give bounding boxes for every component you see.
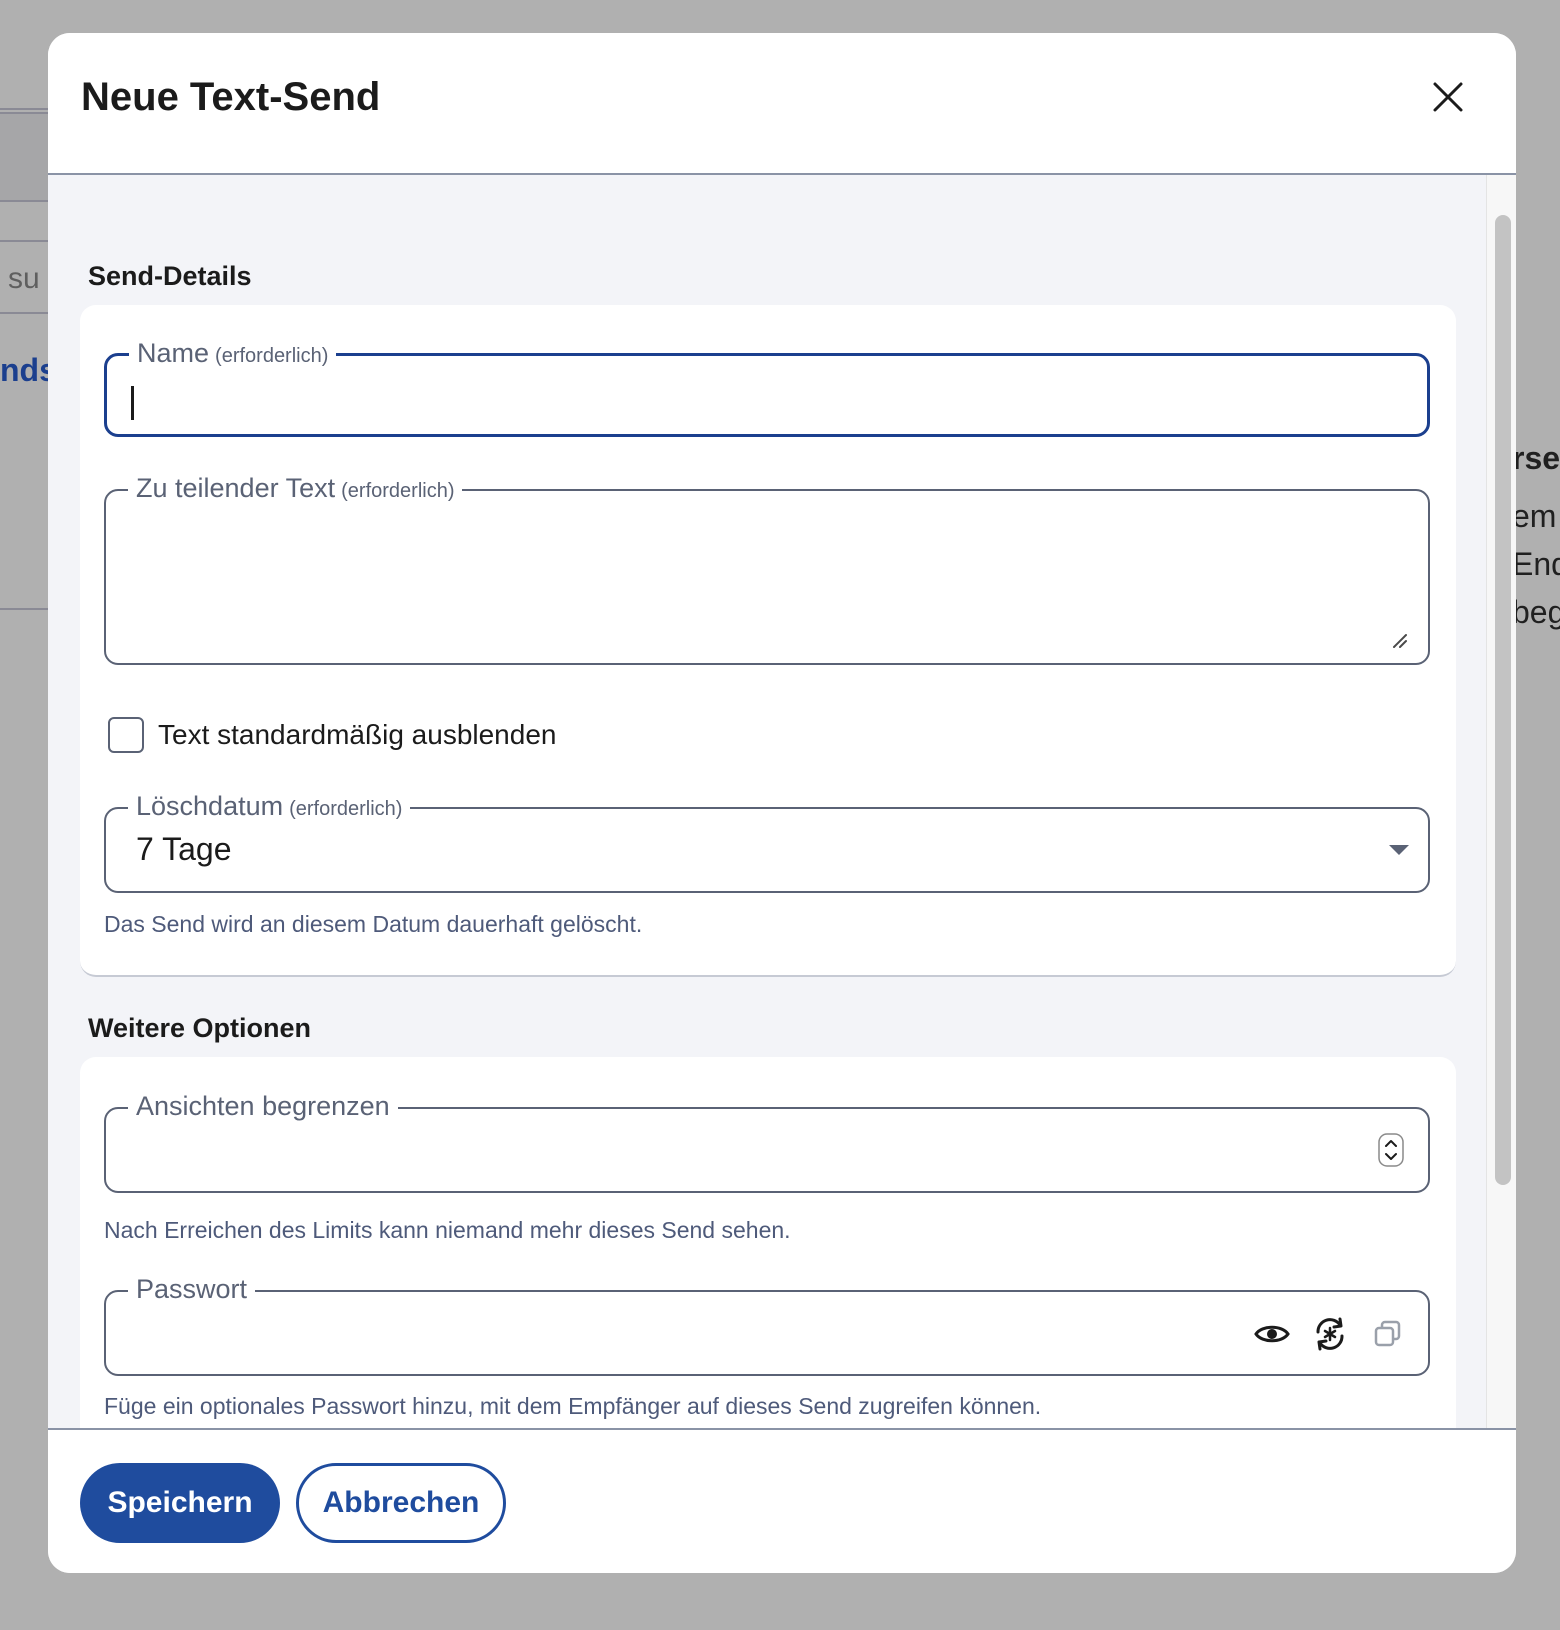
more-options-heading: Weitere Optionen <box>88 1013 312 1043</box>
text-cursor <box>131 386 134 420</box>
scrollbar-thumb[interactable] <box>1495 215 1511 1185</box>
deletion-date-label: Löschdatum (erforderlich) <box>128 789 411 826</box>
chevron-down-icon <box>1389 845 1409 855</box>
number-stepper-icon[interactable] <box>1378 1133 1404 1167</box>
dialog-scrollbar[interactable] <box>1486 175 1516 1428</box>
background-divider <box>0 608 48 610</box>
background-text: rse <box>1512 440 1560 476</box>
background-text: End <box>1512 546 1560 582</box>
resize-handle-icon[interactable] <box>1390 631 1408 649</box>
generate-password-button[interactable] <box>1310 1314 1350 1354</box>
deletion-date-value: 7 Tage <box>136 831 232 867</box>
background-divider <box>0 312 48 314</box>
limit-views-hint: Nach Erreichen des Limits kann niemand m… <box>104 1217 791 1243</box>
background-text: beg <box>1512 594 1560 630</box>
close-button[interactable] <box>1430 79 1466 115</box>
dialog-footer: Speichern Abbrechen <box>48 1428 1516 1573</box>
generate-password-icon <box>1316 1317 1344 1351</box>
hide-text-checkbox-row[interactable]: Text standardmäßig ausblenden <box>108 715 556 755</box>
toggle-password-visibility-button[interactable] <box>1252 1314 1292 1354</box>
save-button[interactable]: Speichern <box>80 1463 280 1543</box>
name-label: Name (erforderlich) <box>129 336 337 373</box>
password-input[interactable]: Passwort <box>104 1272 1430 1376</box>
text-to-share-label: Zu teilender Text (erforderlich) <box>128 471 463 508</box>
hide-text-checkbox[interactable] <box>108 717 144 753</box>
dialog-title: Neue Text-Send <box>81 75 381 119</box>
new-text-send-dialog: Neue Text-Send Send-Details Name (erforde… <box>48 33 1516 1573</box>
limit-views-label: Ansichten begrenzen <box>128 1089 398 1123</box>
copy-icon <box>1374 1320 1401 1347</box>
cancel-button[interactable]: Abbrechen <box>296 1463 506 1543</box>
background-divider <box>0 108 48 110</box>
hide-text-label: Text standardmäßig ausblenden <box>158 719 557 750</box>
text-to-share-field[interactable]: Zu teilender Text (erforderlich) <box>104 471 1430 665</box>
deletion-date-hint: Das Send wird an diesem Datum dauerhaft … <box>104 911 643 937</box>
required-indicator: (erforderlich) <box>289 798 403 820</box>
background-divider <box>0 240 48 242</box>
background-search-text: su <box>8 262 40 295</box>
limit-views-input[interactable]: Ansichten begrenzen <box>104 1089 1430 1193</box>
password-hint: Füge ein optionales Passwort hinzu, mit … <box>104 1393 1042 1419</box>
eye-icon <box>1254 1325 1290 1343</box>
name-field[interactable]: Name (erforderlich) <box>104 336 1430 437</box>
deletion-date-select[interactable]: Löschdatum (erforderlich) 7 Tage <box>104 789 1430 893</box>
required-indicator: (erforderlich) <box>215 345 329 367</box>
dialog-header: Neue Text-Send <box>48 33 1516 175</box>
password-label: Passwort <box>128 1272 256 1306</box>
required-indicator: (erforderlich) <box>341 480 455 502</box>
send-details-heading: Send-Details <box>88 261 252 291</box>
close-icon <box>1433 82 1463 112</box>
background-panel <box>0 112 48 202</box>
send-details-card: Name (erforderlich) Zu teilender Text (erf… <box>80 305 1456 977</box>
more-options-card: Ansichten begrenzen Nach Erreichen des L… <box>80 1057 1456 1428</box>
dialog-body[interactable]: Send-Details Name (erforderlich) Zu teile… <box>48 175 1516 1428</box>
background-text: em <box>1512 498 1557 534</box>
copy-password-button[interactable] <box>1368 1314 1408 1354</box>
